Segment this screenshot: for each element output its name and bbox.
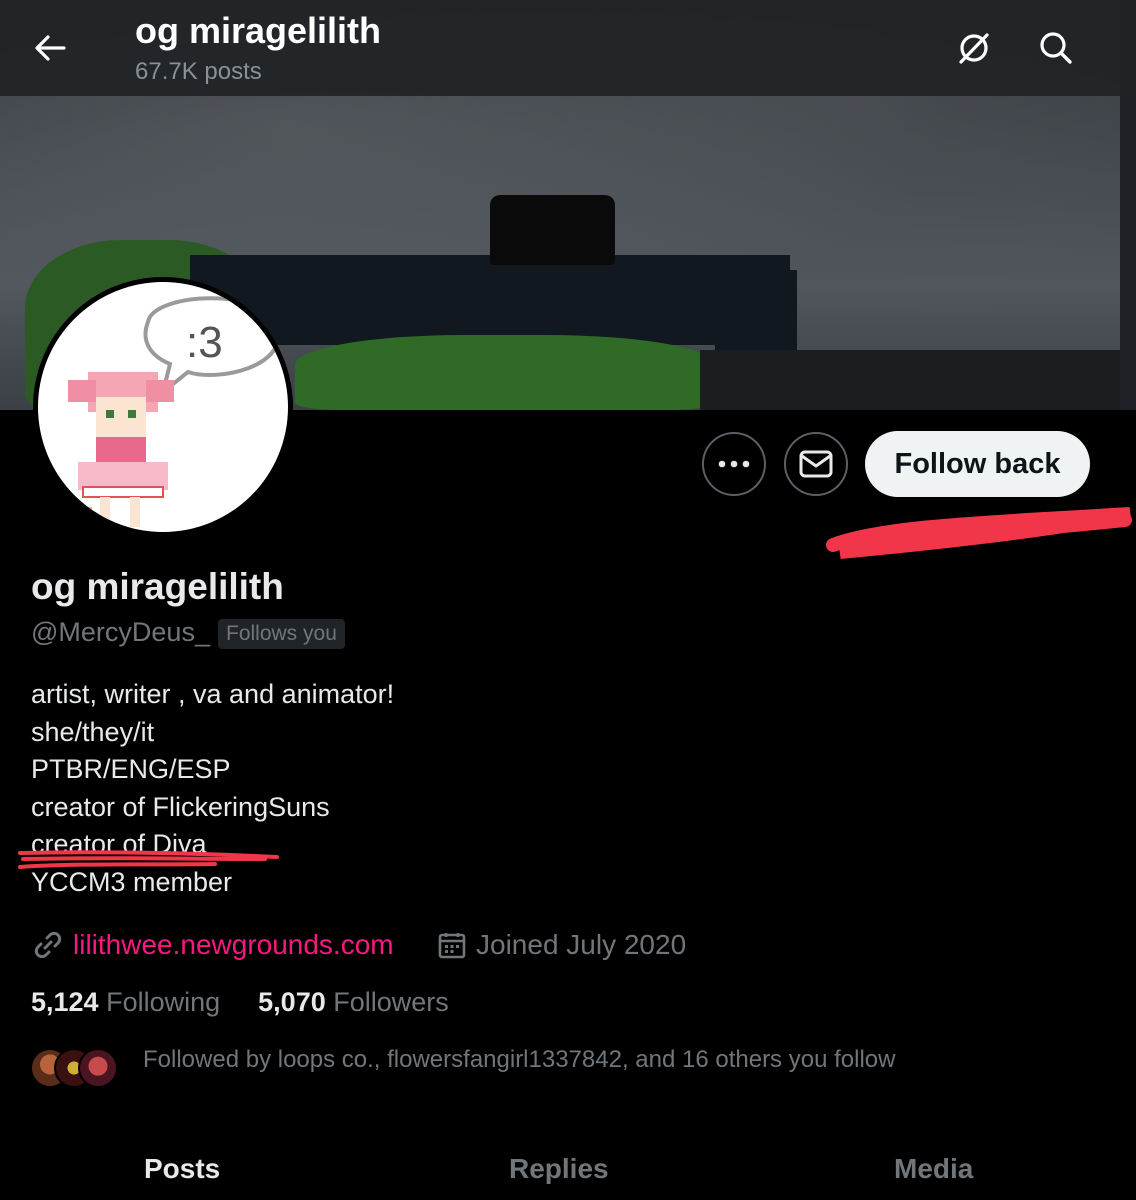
banner-ground — [700, 350, 1136, 410]
search-icon — [1040, 32, 1072, 64]
arrow-left-icon — [35, 35, 66, 61]
bio: artist, writer , va and animator! she/th… — [31, 676, 394, 901]
calendar-icon — [438, 933, 466, 959]
message-button[interactable] — [784, 432, 848, 496]
followed-by-text: Followed by loops co., flowersfangirl133… — [143, 1046, 896, 1073]
website-link[interactable]: lilithwee.newgrounds.com — [33, 926, 394, 964]
bio-line: she/they/it — [31, 716, 155, 747]
profile-tabs: Posts Replies Media — [0, 1135, 1136, 1200]
banner-arch-top — [190, 255, 790, 345]
profile-avatar[interactable]: :3 — [33, 277, 293, 537]
bio-line: YCCM3 member — [31, 866, 233, 897]
bio-line: artist, writer , va and animator! — [31, 679, 395, 709]
grok-button[interactable] — [954, 28, 994, 68]
post-count: 67.7K posts — [135, 58, 262, 85]
avatar-image: :3 — [38, 282, 288, 532]
followers-count[interactable]: 5,070 Followers — [258, 987, 449, 1018]
tab-posts[interactable]: Posts — [144, 1153, 220, 1185]
join-date-text: Joined July 2020 — [476, 929, 687, 960]
avatar-artwork: :3 — [68, 296, 281, 527]
banner-cake — [490, 195, 615, 265]
more-options-button[interactable] — [702, 432, 766, 496]
grok-slash-icon — [959, 33, 989, 64]
pixel-character — [68, 372, 174, 527]
follow-counts: 5,124 Following 5,070 Followers — [31, 987, 449, 1018]
join-date: Joined July 2020 — [438, 926, 686, 964]
search-button[interactable] — [1036, 28, 1076, 68]
follow-back-button[interactable]: Follow back — [865, 431, 1090, 497]
red-scribble-follow-back — [826, 507, 1132, 559]
followed-by[interactable]: Followed by loops co., flowersfangirl133… — [30, 1046, 1110, 1090]
website-text[interactable]: lilithwee.newgrounds.com — [73, 929, 394, 961]
display-name: og miragelilith — [31, 566, 284, 607]
mutual-avatar — [78, 1048, 118, 1088]
tab-media[interactable]: Media — [894, 1153, 973, 1185]
banner-hedge-center — [295, 335, 715, 410]
followers-number: 5,070 — [258, 987, 326, 1017]
tab-replies[interactable]: Replies — [509, 1153, 609, 1185]
bio-line: PTBR/ENG/ESP — [31, 754, 231, 784]
bio-line: creator of Diva — [31, 829, 207, 859]
speech-bubble-text: :3 — [186, 318, 223, 367]
following-label: Following — [106, 987, 221, 1017]
envelope-icon — [799, 450, 833, 478]
following-number: 5,124 — [31, 987, 99, 1017]
more-dots-icon — [718, 460, 750, 468]
top-bar: og miragelilith 67.7K posts — [0, 0, 1136, 96]
page-title: og miragelilith — [135, 10, 382, 51]
follows-you-badge: Follows you — [218, 619, 345, 649]
following-count[interactable]: 5,124 Following — [31, 987, 220, 1018]
bio-line: creator of FlickeringSuns — [31, 791, 330, 822]
followers-label: Followers — [333, 987, 449, 1017]
link-icon — [34, 931, 62, 959]
user-handle: @MercyDeus_ — [31, 617, 210, 647]
back-button[interactable] — [30, 30, 70, 66]
